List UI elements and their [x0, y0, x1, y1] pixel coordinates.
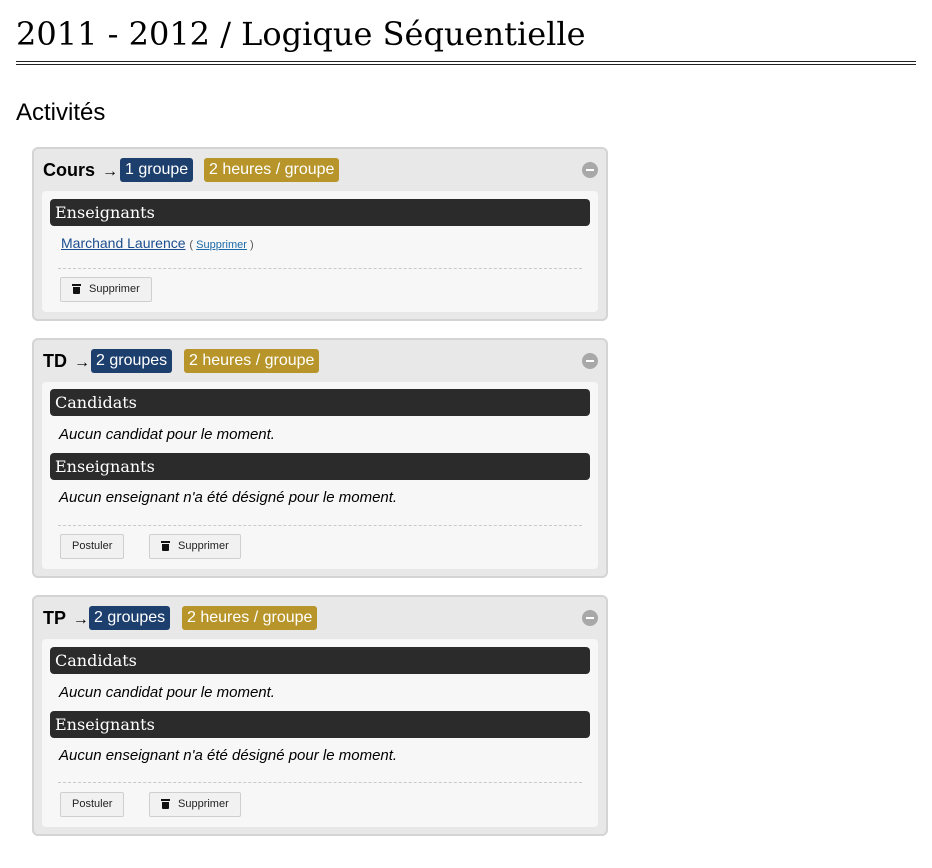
page-title: 2011 - 2012 / Logique Séquentielle	[16, 15, 586, 53]
collapse-icon[interactable]	[582, 162, 598, 178]
activity-name: Cours →	[43, 160, 119, 180]
no-candidates-message: Aucun candidat pour le moment.	[59, 426, 275, 443]
remove-teacher-link[interactable]: Supprimer	[196, 239, 247, 251]
teacher-link[interactable]: Marchand Laurence	[61, 235, 186, 251]
trash-icon	[161, 541, 170, 551]
activity-panel-tp: TP → 2 groupes 2 heures / groupe Candida…	[32, 595, 608, 836]
trash-icon	[161, 799, 170, 809]
apply-button[interactable]: Postuler	[60, 534, 125, 559]
delete-activity-button[interactable]: Supprimer	[149, 792, 241, 817]
apply-button[interactable]: Postuler	[60, 792, 125, 817]
groups-badge: 2 groupes	[89, 606, 171, 630]
delete-activity-button[interactable]: Supprimer	[149, 534, 241, 559]
activity-body: Enseignants Marchand Laurence ( Supprime…	[42, 191, 598, 312]
trash-icon	[72, 284, 81, 294]
divider	[58, 268, 582, 269]
arrow-icon: →	[74, 354, 91, 371]
title-divider	[16, 61, 916, 65]
no-teachers-message: Aucun enseignant n'a été désigné pour le…	[59, 747, 398, 764]
teachers-header: Enseignants	[50, 199, 590, 226]
no-teachers-message: Aucun enseignant n'a été désigné pour le…	[59, 489, 398, 506]
no-candidates-message: Aucun candidat pour le moment.	[59, 684, 275, 701]
arrow-icon: →	[72, 611, 89, 628]
groups-badge: 2 groupes	[91, 349, 173, 373]
activities-heading: Activités	[16, 99, 106, 126]
collapse-icon[interactable]	[582, 610, 598, 626]
teachers-header: Enseignants	[50, 453, 590, 480]
candidates-header: Candidats	[50, 389, 590, 416]
activity-header: TP → 2 groupes 2 heures / groupe	[34, 597, 606, 637]
activity-panel-cours: Cours → 1 groupe 2 heures / groupe Ensei…	[32, 147, 608, 321]
teachers-header: Enseignants	[50, 711, 590, 738]
divider	[58, 782, 582, 783]
hours-badge: 2 heures / groupe	[182, 606, 318, 630]
activity-name: TP →	[43, 608, 89, 628]
hours-badge: 2 heures / groupe	[204, 158, 340, 182]
activity-body: Candidats Aucun candidat pour le moment.…	[42, 639, 598, 827]
candidates-header: Candidats	[50, 647, 590, 674]
activity-header: Cours → 1 groupe 2 heures / groupe	[34, 149, 606, 189]
divider	[58, 525, 582, 526]
delete-activity-button[interactable]: Supprimer	[60, 277, 152, 302]
activity-body: Candidats Aucun candidat pour le moment.…	[42, 382, 598, 569]
activity-name: TD →	[43, 351, 91, 371]
collapse-icon[interactable]	[582, 353, 598, 369]
activity-header: TD → 2 groupes 2 heures / groupe	[34, 340, 606, 380]
groups-badge: 1 groupe	[120, 158, 194, 182]
teacher-item: Marchand Laurence ( Supprimer )	[61, 235, 254, 251]
arrow-icon: →	[102, 163, 119, 180]
activity-panel-td: TD → 2 groupes 2 heures / groupe Candida…	[32, 338, 608, 578]
hours-badge: 2 heures / groupe	[184, 349, 320, 373]
